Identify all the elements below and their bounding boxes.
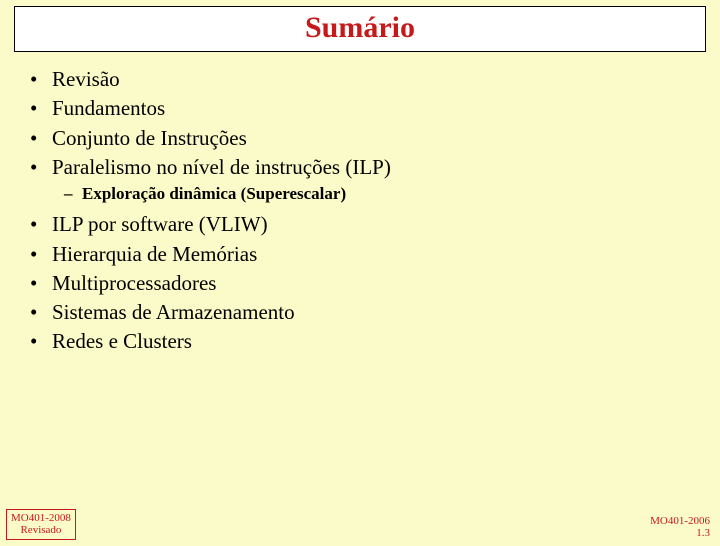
sublist-item: –Exploração dinâmica (Superescalar) xyxy=(24,183,720,205)
list-item: •Hierarquia de Memórias xyxy=(24,241,720,268)
item-text: Redes e Clusters xyxy=(52,328,192,355)
footer-right: MO401-2006 1.3 xyxy=(650,515,710,540)
title-box: Sumário xyxy=(14,6,706,52)
bullet-icon: • xyxy=(24,95,52,122)
bullet-icon: • xyxy=(24,125,52,152)
item-text: Sistemas de Armazenamento xyxy=(52,299,295,326)
item-text: Paralelismo no nível de instruções (ILP) xyxy=(52,154,391,181)
item-text: Fundamentos xyxy=(52,95,165,122)
bullet-icon: • xyxy=(24,154,52,181)
footer-left-line1: MO401-2008 xyxy=(11,512,71,525)
footer-left-line2: Revisado xyxy=(11,524,71,537)
item-text: Hierarquia de Memórias xyxy=(52,241,257,268)
item-text: Multiprocessadores xyxy=(52,270,216,297)
bullet-icon: • xyxy=(24,328,52,355)
footer-right-line2: 1.3 xyxy=(650,527,710,540)
bullet-icon: • xyxy=(24,299,52,326)
list-item: •Redes e Clusters xyxy=(24,328,720,355)
bullet-icon: • xyxy=(24,241,52,268)
footer-left-box: MO401-2008 Revisado xyxy=(6,509,76,540)
dash-icon: – xyxy=(64,183,82,205)
bullet-icon: • xyxy=(24,66,52,93)
footer-right-line1: MO401-2006 xyxy=(650,515,710,528)
list-item: •ILP por software (VLIW) xyxy=(24,211,720,238)
list-item: •Paralelismo no nível de instruções (ILP… xyxy=(24,154,720,181)
item-text: Revisão xyxy=(52,66,120,93)
list-item: •Fundamentos xyxy=(24,95,720,122)
bullet-icon: • xyxy=(24,211,52,238)
content-area: •Revisão •Fundamentos •Conjunto de Instr… xyxy=(0,52,720,356)
list-item: •Conjunto de Instruções xyxy=(24,125,720,152)
subitem-text: Exploração dinâmica (Superescalar) xyxy=(82,183,346,205)
slide-title: Sumário xyxy=(15,11,705,45)
list-item: •Multiprocessadores xyxy=(24,270,720,297)
list-item: •Revisão xyxy=(24,66,720,93)
item-text: Conjunto de Instruções xyxy=(52,125,247,152)
item-text: ILP por software (VLIW) xyxy=(52,211,268,238)
bullet-icon: • xyxy=(24,270,52,297)
list-item: •Sistemas de Armazenamento xyxy=(24,299,720,326)
